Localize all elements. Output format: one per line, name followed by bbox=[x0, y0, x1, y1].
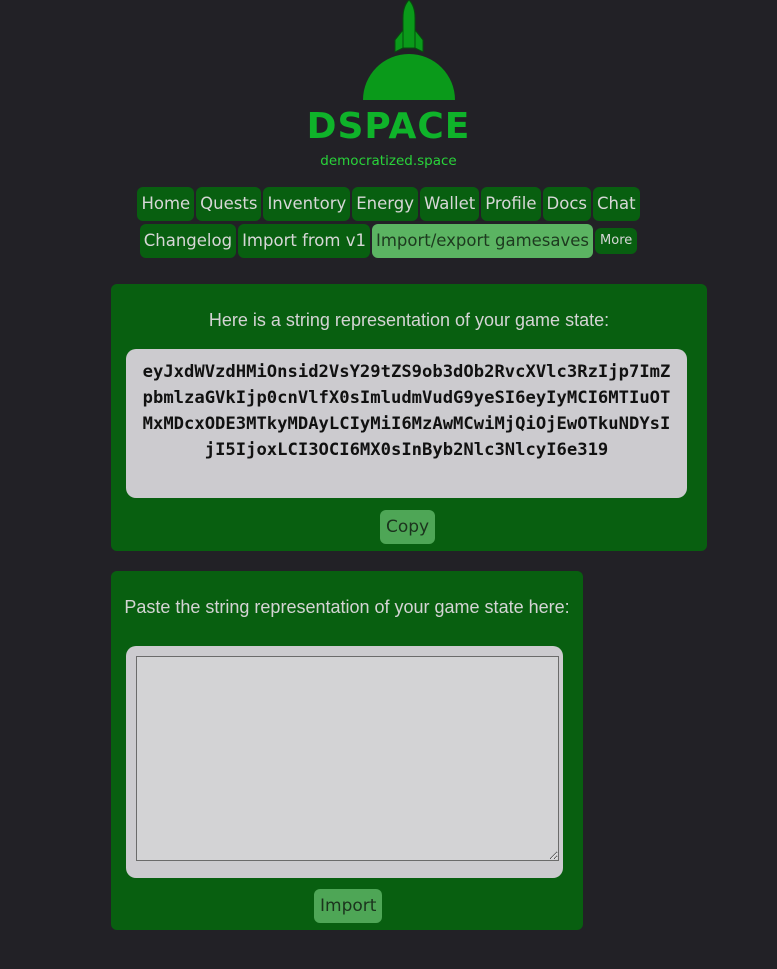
nav-energy[interactable]: Energy bbox=[352, 187, 419, 221]
game-state-string: eyJxdWVzdHMiOnsid2VsY29tZS9ob3dOb2RvcXVl… bbox=[126, 349, 687, 498]
nav-changelog[interactable]: Changelog bbox=[139, 224, 237, 258]
export-heading: Here is a string representation of your … bbox=[208, 310, 610, 330]
brand-name: DSPACE bbox=[306, 106, 471, 147]
rocket-planet-icon[interactable] bbox=[360, 0, 458, 102]
game-state-input[interactable] bbox=[136, 656, 559, 861]
nav-home[interactable]: Home bbox=[137, 187, 195, 221]
main-nav: Home Quests Inventory Energy Wallet Prof… bbox=[0, 187, 777, 261]
nav-row-secondary: Changelog Import from v1 Import/export g… bbox=[0, 224, 777, 258]
nav-import-from-v1[interactable]: Import from v1 bbox=[238, 224, 370, 258]
nav-docs[interactable]: Docs bbox=[542, 187, 591, 221]
import-panel: Paste the string representation of your … bbox=[111, 571, 583, 930]
import-button[interactable]: Import bbox=[314, 889, 383, 923]
import-textarea-container bbox=[126, 646, 563, 878]
brand-tagline: democratized.space bbox=[320, 153, 457, 169]
nav-quests[interactable]: Quests bbox=[196, 187, 262, 221]
nav-wallet[interactable]: Wallet bbox=[420, 187, 480, 221]
nav-chat[interactable]: Chat bbox=[592, 187, 640, 221]
copy-button[interactable]: Copy bbox=[380, 510, 436, 544]
nav-inventory[interactable]: Inventory bbox=[263, 187, 351, 221]
import-heading: Paste the string representation of your … bbox=[124, 597, 570, 617]
export-panel: Here is a string representation of your … bbox=[111, 284, 707, 551]
nav-profile[interactable]: Profile bbox=[481, 187, 541, 221]
nav-more[interactable]: More bbox=[595, 228, 638, 254]
nav-import-export-gamesaves[interactable]: Import/export gamesaves bbox=[371, 224, 594, 258]
nav-row-primary: Home Quests Inventory Energy Wallet Prof… bbox=[0, 187, 777, 221]
